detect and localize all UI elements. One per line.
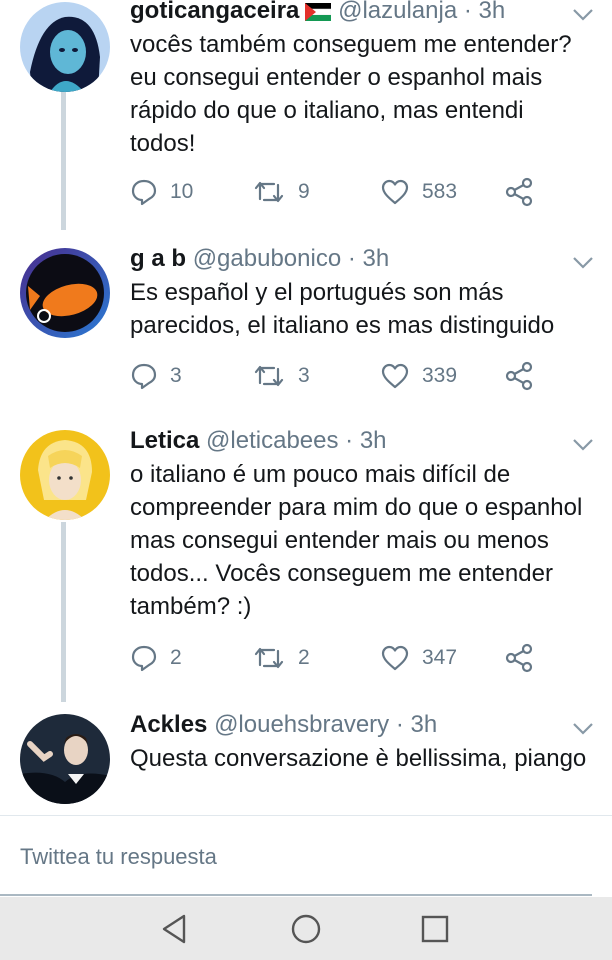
avatar[interactable] xyxy=(20,2,110,92)
tweet-3[interactable]: Ackles @louehsbravery · 3h Questa conver… xyxy=(0,696,612,815)
retweet-count: 9 xyxy=(298,180,310,203)
retweet-icon xyxy=(254,647,284,669)
retweet-icon xyxy=(254,365,284,387)
heart-icon xyxy=(381,645,409,671)
retweet-button[interactable]: 3 xyxy=(252,358,310,394)
retweet-icon xyxy=(254,181,284,203)
chevron-down-icon[interactable] xyxy=(572,438,594,452)
separator-dot: · xyxy=(395,711,404,738)
reply-composer[interactable]: Twittea tu respuesta xyxy=(0,815,612,898)
palestine-flag-icon xyxy=(305,2,332,21)
separator-dot: · xyxy=(345,427,354,454)
display-name[interactable]: Letica xyxy=(130,427,199,454)
heart-icon xyxy=(381,363,409,389)
share-button[interactable] xyxy=(504,174,534,210)
recents-square-icon[interactable] xyxy=(418,912,452,946)
retweet-count: 2 xyxy=(298,646,310,669)
input-underline xyxy=(0,894,592,896)
back-triangle-icon[interactable] xyxy=(158,912,192,946)
share-icon xyxy=(505,177,533,207)
like-count: 347 xyxy=(422,646,458,669)
share-icon xyxy=(505,643,533,673)
avatar[interactable] xyxy=(20,248,110,338)
tweet-text: Questa conversazione è bellissima, piang… xyxy=(130,745,587,772)
chevron-down-icon[interactable] xyxy=(572,722,594,736)
tweet-text: o italiano é um pouco mais difícil de co… xyxy=(130,461,583,620)
timestamp[interactable]: 3h xyxy=(363,245,390,272)
retweet-button[interactable]: 2 xyxy=(252,640,310,676)
tweet-header: goticangaceira @lazulanja · 3h xyxy=(130,0,505,28)
tweet-actions: 2 2 347 xyxy=(130,640,550,676)
display-name[interactable]: goticangaceira xyxy=(130,0,299,24)
reply-count: 10 xyxy=(170,180,194,203)
share-button[interactable] xyxy=(504,640,534,676)
reply-button[interactable]: 2 xyxy=(130,640,182,676)
retweet-count: 3 xyxy=(298,364,310,387)
retweet-button[interactable]: 9 xyxy=(252,174,310,210)
like-count: 583 xyxy=(422,180,458,203)
display-name[interactable]: Ackles xyxy=(130,711,207,738)
tweet-header: g a b @gabubonico · 3h xyxy=(130,242,389,276)
home-circle-icon[interactable] xyxy=(289,912,323,946)
timestamp[interactable]: 3h xyxy=(479,0,506,24)
reply-count: 3 xyxy=(170,364,182,387)
tweet-text: vocês também conseguem me entender? eu c… xyxy=(130,31,572,157)
chevron-down-icon[interactable] xyxy=(572,256,594,270)
tweet-header: Letica @leticabees · 3h xyxy=(130,424,387,458)
reply-input[interactable]: Twittea tu respuesta xyxy=(20,844,217,870)
like-button[interactable]: 347 xyxy=(380,640,457,676)
share-button[interactable] xyxy=(504,358,534,394)
timestamp[interactable]: 3h xyxy=(411,711,438,738)
tweet-text: Es español y el portugués son más pareci… xyxy=(130,279,555,339)
user-handle[interactable]: @lazulanja xyxy=(338,0,457,24)
tweet-feed: goticangaceira @lazulanja · 3h vocês tam… xyxy=(0,0,612,815)
display-name[interactable]: g a b xyxy=(130,245,186,272)
share-icon xyxy=(505,361,533,391)
tweet-1[interactable]: g a b @gabubonico · 3h Es español y el p… xyxy=(0,230,612,410)
reply-icon xyxy=(131,363,157,390)
separator-dot: · xyxy=(347,245,356,272)
like-count: 339 xyxy=(422,364,458,387)
tweet-header: Ackles @louehsbravery · 3h xyxy=(130,708,437,742)
avatar[interactable] xyxy=(20,714,110,804)
reply-icon xyxy=(131,645,157,672)
like-button[interactable]: 339 xyxy=(380,358,457,394)
reply-button[interactable]: 3 xyxy=(130,358,182,394)
like-button[interactable]: 583 xyxy=(380,174,457,210)
chevron-down-icon[interactable] xyxy=(572,8,594,22)
separator-dot: · xyxy=(463,0,472,24)
user-handle[interactable]: @leticabees xyxy=(206,427,338,454)
tweet-actions: 3 3 339 xyxy=(130,358,550,394)
reply-icon xyxy=(131,179,157,206)
user-handle[interactable]: @gabubonico xyxy=(193,245,341,272)
timestamp[interactable]: 3h xyxy=(360,427,387,454)
avatar[interactable] xyxy=(20,430,110,520)
user-handle[interactable]: @louehsbravery xyxy=(214,711,389,738)
reply-count: 2 xyxy=(170,646,182,669)
tweet-2[interactable]: Letica @leticabees · 3h o italiano é um … xyxy=(0,412,612,702)
thread-line xyxy=(61,522,66,702)
thread-line xyxy=(61,92,66,230)
tweet-0[interactable]: goticangaceira @lazulanja · 3h vocês tam… xyxy=(0,0,612,230)
tweet-actions: 10 9 583 xyxy=(130,174,550,210)
reply-button[interactable]: 10 xyxy=(130,174,193,210)
android-nav-bar xyxy=(0,897,612,960)
heart-icon xyxy=(381,179,409,205)
